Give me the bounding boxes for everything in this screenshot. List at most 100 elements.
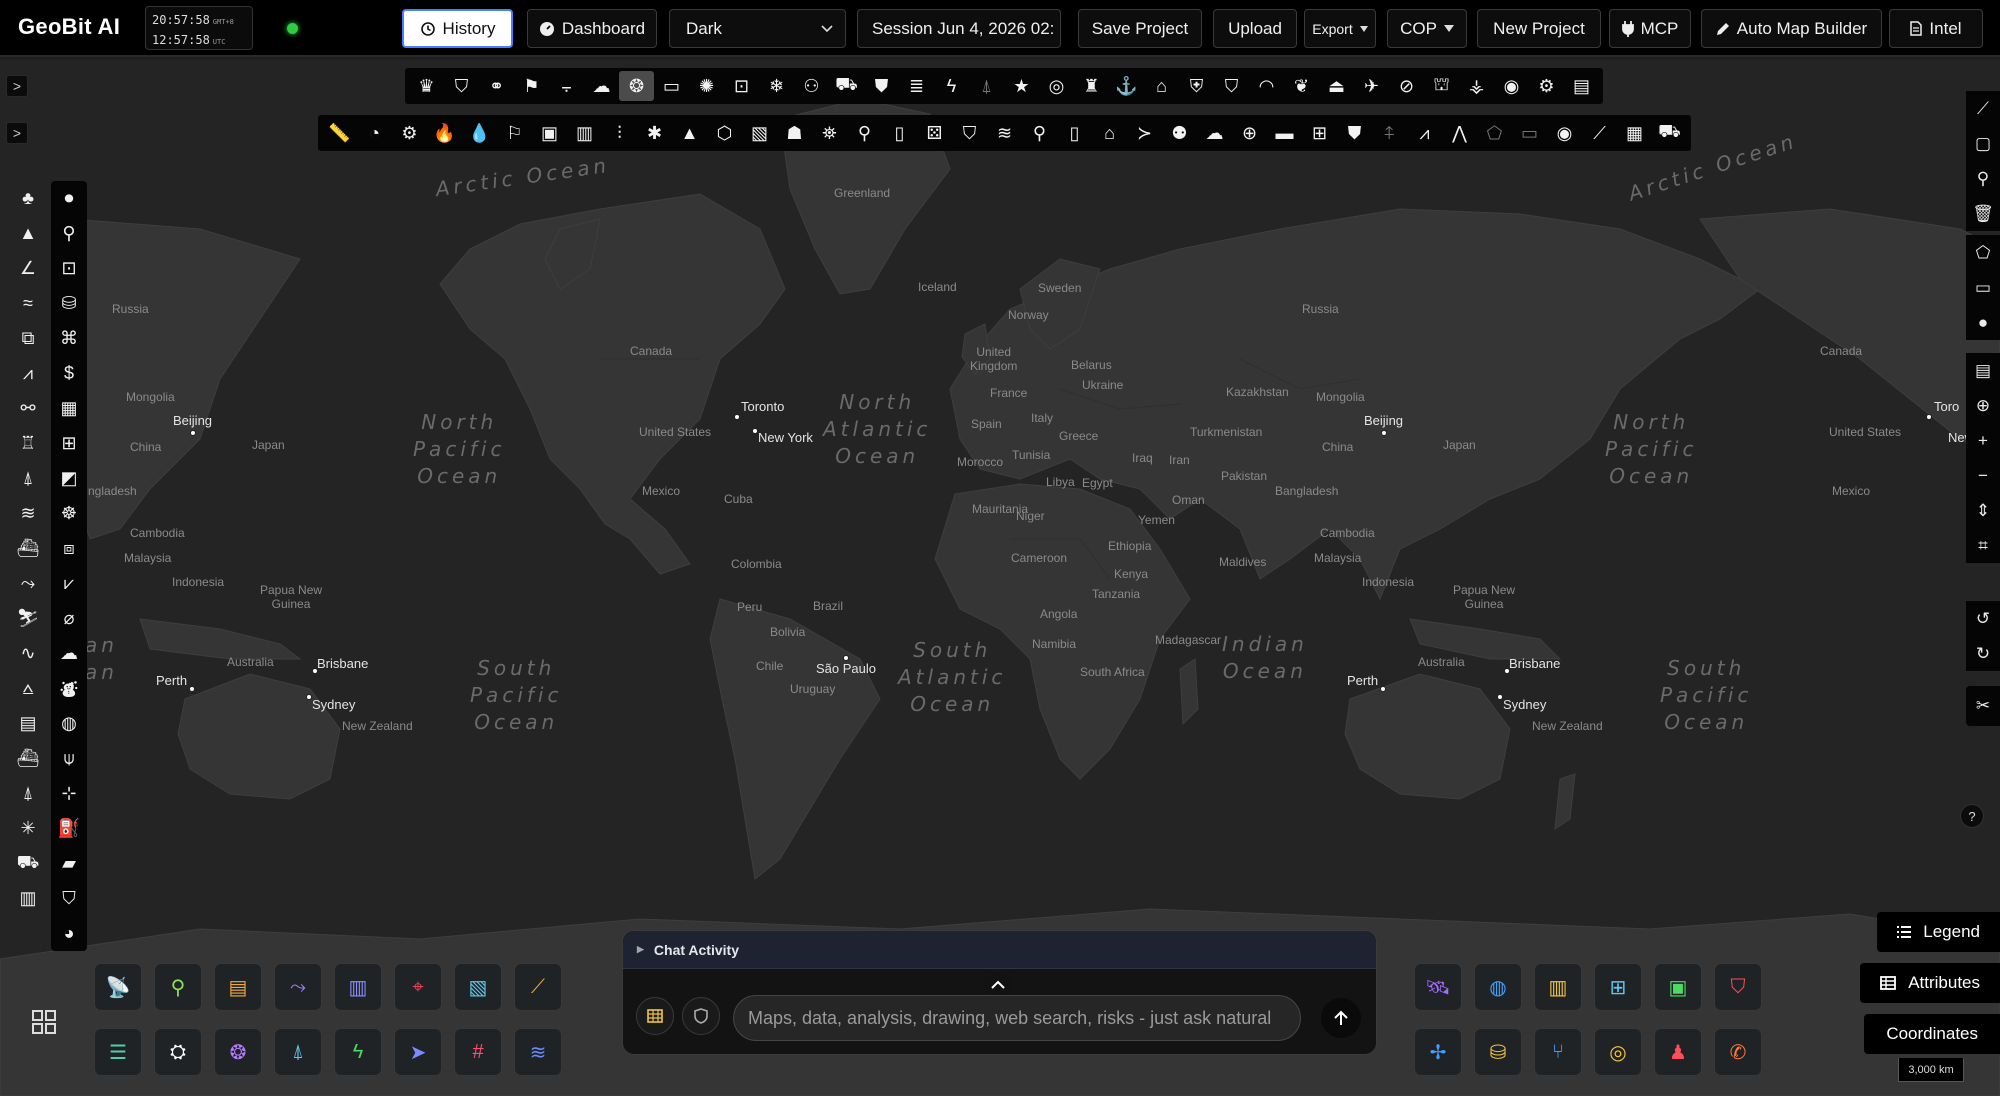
newspaper-icon[interactable]: ▥: [10, 881, 46, 916]
quick-tool-tile[interactable]: ϟ: [334, 1028, 382, 1076]
hiking-icon[interactable]: ⛷: [10, 601, 46, 636]
shield-alert-icon[interactable]: ⛉: [51, 881, 87, 916]
fire-icon[interactable]: 🔥: [427, 118, 462, 148]
file-icon[interactable]: ▤: [1564, 71, 1599, 101]
anchor-icon[interactable]: ⚓: [1109, 71, 1144, 101]
asterisk-icon[interactable]: ✱: [637, 118, 672, 148]
mcp-button[interactable]: MCP: [1609, 9, 1691, 48]
helm-icon[interactable]: ☸: [51, 496, 87, 531]
chat-header[interactable]: ▶ Chat Activity: [623, 931, 1376, 969]
cubes-icon[interactable]: ⧈: [51, 531, 87, 566]
redo-icon[interactable]: ↻: [1966, 636, 2000, 671]
plane-icon[interactable]: ✈: [1354, 71, 1389, 101]
quick-tool-tile[interactable]: ☰: [94, 1028, 142, 1076]
solar-panel-icon[interactable]: ▦: [51, 391, 87, 426]
antenna-icon[interactable]: ⍋: [10, 461, 46, 496]
lighthouse-icon[interactable]: ♖: [10, 426, 46, 461]
crop-icon[interactable]: ⌗: [1966, 528, 2000, 563]
legend-button[interactable]: Legend: [1877, 912, 2000, 952]
car-crash-icon[interactable]: ⛟: [829, 71, 864, 101]
polygon-icon[interactable]: ⬠: [1477, 118, 1512, 148]
barrier-icon[interactable]: ≣: [899, 71, 934, 101]
quick-tool-tile[interactable]: ✢: [1414, 1028, 1462, 1076]
chart-scatter-icon[interactable]: ⊹: [51, 776, 87, 811]
upload-button[interactable]: Upload: [1213, 9, 1297, 48]
polygon-icon[interactable]: ⬠: [1966, 235, 2000, 270]
house-shield-icon[interactable]: ⌂: [1144, 71, 1179, 101]
satellite-icon[interactable]: ⛯: [812, 118, 847, 148]
shield-icon[interactable]: ⛉: [952, 118, 987, 148]
star-icon[interactable]: ★: [1004, 71, 1039, 101]
city-marker[interactable]: [734, 414, 740, 420]
quick-tool-tile[interactable]: ≋: [514, 1028, 562, 1076]
road-icon[interactable]: ▭: [1512, 118, 1547, 148]
shield-check-icon[interactable]: ⛨: [1179, 71, 1214, 101]
quick-tool-tile[interactable]: ▧: [454, 963, 502, 1011]
quick-tool-tile[interactable]: ⟋: [514, 963, 562, 1011]
leaf-icon[interactable]: ❦: [1284, 71, 1319, 101]
dice-icon[interactable]: ⚄: [917, 118, 952, 148]
city-marker[interactable]: [189, 686, 195, 692]
shield-halved-icon[interactable]: ⛊: [864, 71, 899, 101]
dollar-icon[interactable]: $: [51, 356, 87, 391]
city-marker[interactable]: [1926, 414, 1932, 420]
ferry-icon[interactable]: ⛴: [10, 741, 46, 776]
landmark-icon[interactable]: ⛫: [1424, 71, 1459, 101]
mountain-icon[interactable]: ▲: [10, 216, 46, 251]
sliders-icon[interactable]: ⫶: [602, 118, 637, 148]
helicopter-icon[interactable]: ⨪: [549, 71, 584, 101]
shield-icon[interactable]: ⛉: [444, 71, 479, 101]
book-open-icon[interactable]: ▥: [567, 118, 602, 148]
virus-icon[interactable]: ✺: [689, 71, 724, 101]
handshake-icon[interactable]: ⚭: [479, 71, 514, 101]
map-location-icon[interactable]: ⚲: [847, 118, 882, 148]
binoculars-icon[interactable]: ⚯: [10, 391, 46, 426]
terminal-icon[interactable]: ≻: [1127, 118, 1162, 148]
notes-icon[interactable]: ▤: [1966, 353, 2000, 388]
chart-area-icon[interactable]: ⩘: [10, 356, 46, 391]
eye-icon[interactable]: ◉: [1547, 118, 1582, 148]
microchip-icon[interactable]: ⊡: [724, 71, 759, 101]
quick-tool-tile[interactable]: ♟: [1654, 1028, 1702, 1076]
square-draw-icon[interactable]: ▢: [1966, 126, 2000, 161]
quick-tool-tile[interactable]: 🛰: [1414, 963, 1462, 1011]
clapperboard-icon[interactable]: ▰: [51, 846, 87, 881]
wave-square-icon[interactable]: ∿: [10, 636, 46, 671]
quick-tool-tile[interactable]: ⊞: [1594, 963, 1642, 1011]
search-list-icon[interactable]: ⊡: [51, 251, 87, 286]
quick-tool-tile[interactable]: ⑂: [1534, 1028, 1582, 1076]
image-icon[interactable]: ▧: [742, 118, 777, 148]
chip-icon[interactable]: ⊞: [1302, 118, 1337, 148]
search-icon[interactable]: ⚲: [51, 216, 87, 251]
oil-pump-icon[interactable]: ⛽: [51, 811, 87, 846]
oil-drop-icon[interactable]: 💧: [462, 118, 497, 148]
forest-icon[interactable]: ♣: [10, 181, 46, 216]
tower-icon[interactable]: ⍋: [969, 71, 1004, 101]
chat-expand-button[interactable]: [982, 973, 1014, 995]
school-icon[interactable]: ⌂: [1092, 118, 1127, 148]
table-icon[interactable]: ⊞: [51, 426, 87, 461]
network-icon[interactable]: ⌘: [51, 321, 87, 356]
mobile-icon[interactable]: ▯: [1057, 118, 1092, 148]
coordinates-button[interactable]: Coordinates: [1864, 1014, 2000, 1054]
database-icon[interactable]: ≋: [987, 118, 1022, 148]
session-field[interactable]: Session Jun 4, 2026 02:: [857, 9, 1061, 48]
zoom-in-icon[interactable]: +: [1966, 423, 2000, 458]
record-icon[interactable]: ⏺: [51, 181, 87, 216]
route-icon[interactable]: ⤳: [10, 566, 46, 601]
toolbox-icon[interactable]: ▬: [1267, 118, 1302, 148]
expand-panel-button[interactable]: >: [6, 75, 28, 97]
intel-button[interactable]: Intel: [1889, 9, 1983, 48]
quick-tool-tile[interactable]: 📡: [94, 963, 142, 1011]
trash-icon[interactable]: 🗑: [1966, 196, 2000, 231]
shield-halved-icon[interactable]: ⛊: [1337, 118, 1372, 148]
hexagon-icon[interactable]: ⬡: [707, 118, 742, 148]
line-draw-icon[interactable]: ⟋: [1966, 91, 2000, 126]
gear-icon[interactable]: ⚙: [392, 118, 427, 148]
satellite-dish-icon[interactable]: ◩: [51, 461, 87, 496]
city-marker[interactable]: [1380, 686, 1386, 692]
brain-icon[interactable]: ❂: [619, 71, 654, 101]
chart-area-icon[interactable]: ⩗: [51, 566, 87, 601]
peaks-icon[interactable]: ⋀: [1442, 118, 1477, 148]
new-project-button[interactable]: New Project: [1477, 9, 1601, 48]
